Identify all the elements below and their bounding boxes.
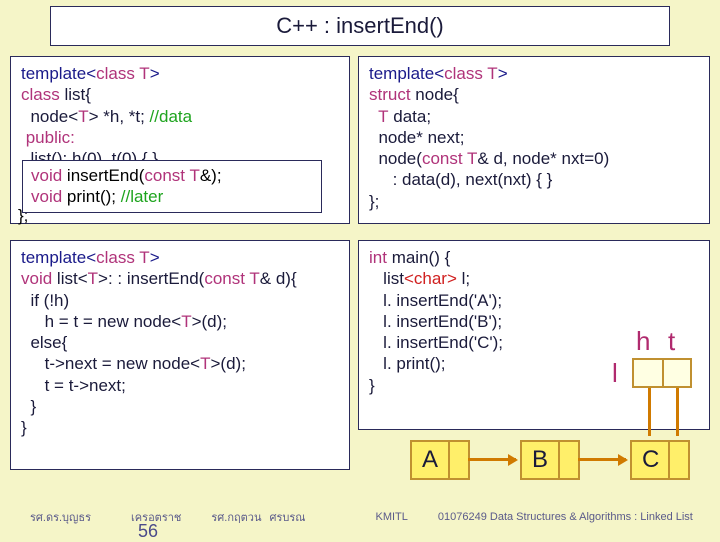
footer-course: 01076249 Data Structures & Algorithms : … (438, 511, 693, 523)
arrow-b-to-c (578, 458, 626, 461)
arrow-a-to-b (468, 458, 516, 461)
footer-org: KMITL (375, 511, 407, 523)
title-text: C++ : insertEnd() (276, 13, 444, 39)
list-head-rect (632, 358, 692, 388)
footer-author3: รศ.กฤตวน (211, 508, 261, 526)
list-l-label: l (612, 358, 618, 389)
code-insertend: template<class T> void list<T>: : insert… (10, 240, 350, 470)
arrow-t-down (676, 388, 679, 436)
footer: รศ.ดร.บุญธร เครอตราช รศ.กฤตวน ศรบรณ KMIT… (0, 508, 720, 526)
code-main: int main() { list<char> l; l. insertEnd(… (358, 240, 710, 430)
node-c: C (630, 440, 690, 480)
code-node-struct: template<class T> struct node{ T data; n… (358, 56, 710, 224)
footer-author4: ศรบรณ (269, 508, 305, 526)
page-title: C++ : insertEnd() (50, 6, 670, 46)
node-b: B (520, 440, 580, 480)
pointer-t-label: t (668, 326, 675, 357)
pointer-h-label: h (636, 326, 650, 357)
node-a: A (410, 440, 470, 480)
arrow-h-down (648, 388, 651, 436)
footer-author1: รศ.ดร.บุญธร (30, 508, 91, 526)
page-number: 56 (138, 521, 158, 542)
code-list-methods: void insertEnd(const T&); void print(); … (22, 160, 322, 213)
